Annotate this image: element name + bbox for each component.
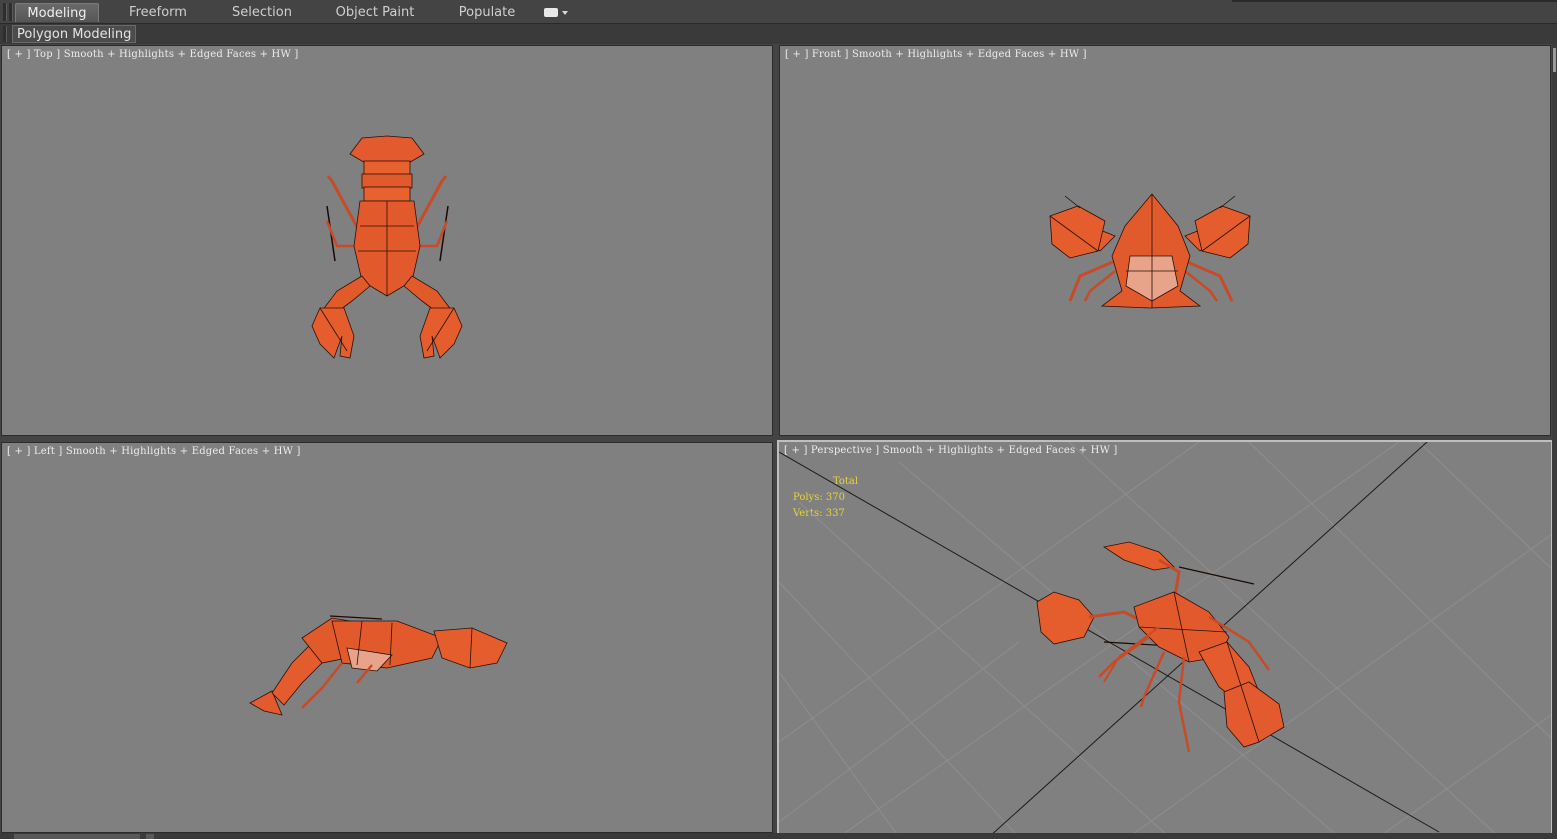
ribbon-grip-secondary[interactable] — [9, 3, 13, 21]
panel-grip[interactable] — [3, 26, 7, 42]
lobster-front-view — [1049, 193, 1251, 309]
lobster-left-view — [249, 615, 508, 716]
chevron-down-icon[interactable] — [562, 11, 568, 15]
scroll-knob[interactable] — [1553, 48, 1556, 72]
bottom-panel-strip — [0, 833, 1557, 839]
lobster-top-view — [311, 135, 463, 359]
viewport-top[interactable]: [ + ] Top ] Smooth + Highlights + Edged … — [1, 45, 773, 436]
tab-selection[interactable]: Selection — [224, 3, 300, 22]
viewport-perspective[interactable]: [ + ] Perspective ] Smooth + Highlights … — [777, 440, 1553, 835]
bottom-segment-small[interactable] — [146, 834, 154, 839]
perspective-scene — [779, 442, 1551, 833]
viewport-front[interactable]: [ + ] Front ] Smooth + Highlights + Edge… — [779, 45, 1551, 436]
tab-object-paint[interactable]: Object Paint — [330, 3, 420, 22]
tab-modeling[interactable]: Modeling — [15, 3, 99, 22]
ribbon-divider — [1232, 0, 1557, 2]
polygon-modeling-panel[interactable]: Polygon Modeling — [12, 25, 137, 43]
right-scroll-strip[interactable] — [1552, 44, 1557, 839]
lobster-perspective-view — [1036, 541, 1285, 753]
ribbon-grip[interactable] — [3, 3, 7, 21]
tab-populate[interactable]: Populate — [452, 3, 522, 22]
bottom-segment[interactable] — [14, 834, 140, 839]
ribbon-tab-bar: Modeling Freeform Selection Object Paint… — [0, 0, 1557, 24]
tab-freeform[interactable]: Freeform — [120, 3, 196, 22]
panel-options-icon[interactable] — [544, 8, 558, 17]
ribbon-panel-bar: Polygon Modeling — [0, 24, 1557, 44]
viewport-left[interactable]: [ + ] Left ] Smooth + Highlights + Edged… — [1, 442, 773, 833]
